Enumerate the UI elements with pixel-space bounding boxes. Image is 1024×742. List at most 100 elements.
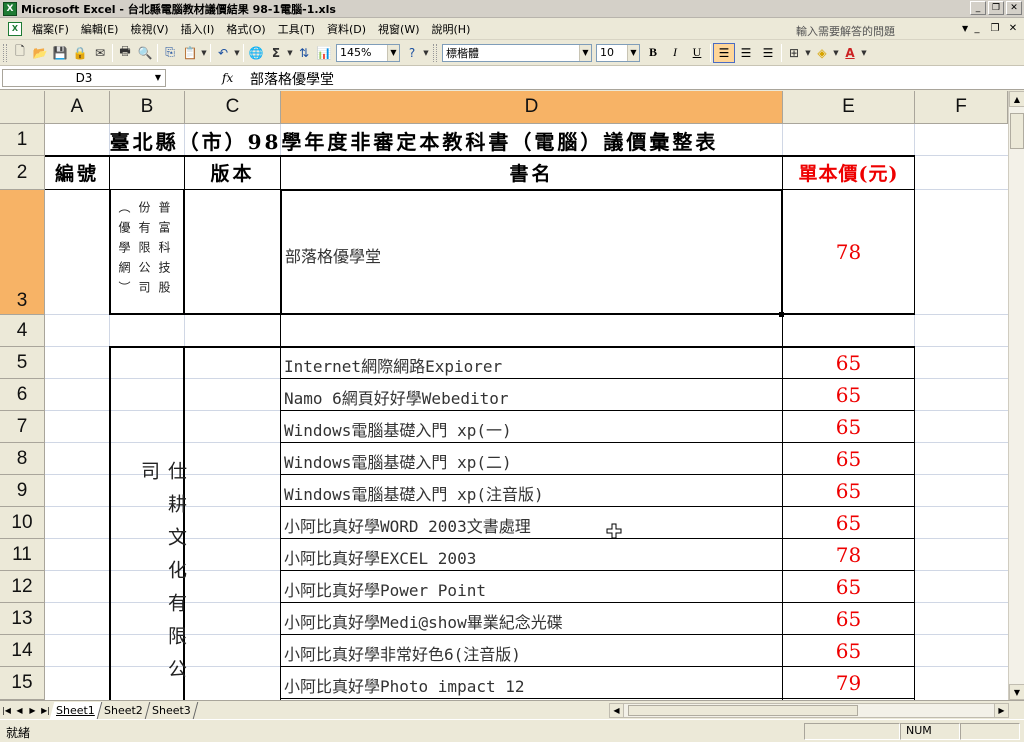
horizontal-scrollbar[interactable]: ◀ ▶ (609, 703, 1009, 718)
copy-icon[interactable]: ⎘ (160, 43, 180, 63)
book-name-row-15[interactable]: 小阿比真好學Photo impact 12 (284, 673, 525, 697)
chevron-down-icon[interactable]: ▼ (387, 44, 399, 61)
row-header-14[interactable]: 14 (0, 635, 45, 667)
workbook-restore-button[interactable]: ❐ (988, 21, 1002, 35)
book-name-row-14[interactable]: 小阿比真好學非常好色6(注音版) (284, 641, 521, 665)
row-header-4[interactable]: 4 (0, 315, 45, 347)
sheet-tab-1[interactable]: Sheet1 (49, 701, 103, 719)
book-name-row-6[interactable]: Namo 6網頁好好學Webeditor (284, 385, 509, 409)
row-header-8[interactable]: 8 (0, 443, 45, 475)
font-size-select[interactable]: 10 ▼ (596, 43, 640, 62)
chevron-down-icon[interactable]: ▼ (804, 43, 812, 63)
row-header-9[interactable]: 9 (0, 475, 45, 507)
close-button[interactable]: ✕ (1006, 1, 1022, 15)
menu-window[interactable]: 視窗(W) (378, 21, 427, 37)
zoom-select[interactable]: 145% ▼ (336, 43, 400, 62)
scroll-right-icon[interactable]: ▶ (994, 703, 1009, 718)
book-name-row-5[interactable]: Internet網際網路Expiorer (284, 353, 502, 377)
sheet-tab-2[interactable]: Sheet2 (97, 701, 150, 719)
menu-format[interactable]: 格式(O) (226, 21, 273, 37)
price-row-5[interactable]: 65 (783, 347, 914, 379)
price-row-6[interactable]: 65 (783, 379, 914, 411)
row-header-6[interactable]: 6 (0, 379, 45, 411)
chevron-down-icon[interactable]: ▼ (422, 43, 430, 63)
select-all-corner[interactable] (0, 91, 45, 124)
price-row-14[interactable]: 65 (783, 635, 914, 667)
align-left-button[interactable]: ☰ (713, 42, 735, 63)
insert-function-icon[interactable]: fx (222, 71, 233, 85)
paste-icon[interactable]: 📋 (180, 43, 200, 63)
book-name-row-9[interactable]: Windows電腦基礎入門 xp(注音版) (284, 481, 544, 505)
chart-wizard-icon[interactable]: 📊 (314, 43, 334, 63)
menu-view[interactable]: 檢視(V) (130, 21, 176, 37)
permission-icon[interactable]: 🔒 (70, 43, 90, 63)
column-header-e[interactable]: E (783, 91, 915, 124)
book-name-row-12[interactable]: 小阿比真好學Power Point (284, 577, 486, 601)
chevron-down-icon[interactable]: ▼ (860, 43, 868, 63)
font-color-icon[interactable]: A (840, 43, 860, 63)
underline-button[interactable]: U (686, 43, 708, 63)
row-header-15[interactable]: 15 (0, 667, 45, 700)
open-icon[interactable]: 📂 (30, 43, 50, 63)
menu-help[interactable]: 說明(H) (432, 21, 479, 37)
menu-insert[interactable]: 插入(I) (181, 21, 223, 37)
minimize-button[interactable]: _ (970, 1, 986, 15)
scroll-left-icon[interactable]: ◀ (609, 703, 624, 718)
price-row-3[interactable]: 78 (783, 190, 914, 314)
bold-button[interactable]: B (642, 43, 664, 63)
toolbar-grip[interactable] (433, 43, 437, 62)
vertical-scroll-thumb[interactable] (1010, 113, 1024, 149)
menu-edit[interactable]: 編輯(E) (81, 21, 127, 37)
align-right-button[interactable]: ☰ (757, 43, 779, 63)
row-header-3[interactable]: 3 (0, 190, 45, 315)
previous-sheet-icon[interactable]: ◀ (13, 706, 26, 715)
row-header-10[interactable]: 10 (0, 507, 45, 539)
chevron-down-icon[interactable]: ▼ (962, 24, 968, 33)
next-sheet-icon[interactable]: ▶ (26, 706, 39, 715)
save-icon[interactable]: 💾 (50, 43, 70, 63)
price-row-7[interactable]: 65 (783, 411, 914, 443)
menu-file[interactable]: 檔案(F) (32, 21, 77, 37)
row-header-13[interactable]: 13 (0, 603, 45, 635)
price-row-9[interactable]: 65 (783, 475, 914, 507)
row-header-11[interactable]: 11 (0, 539, 45, 571)
scroll-up-icon[interactable]: ▲ (1009, 91, 1024, 107)
price-row-8[interactable]: 65 (783, 443, 914, 475)
print-preview-icon[interactable]: 🔍 (135, 43, 155, 63)
fill-color-icon[interactable]: ◈ (812, 43, 832, 63)
workbook-icon[interactable]: X (8, 21, 22, 36)
price-row-12[interactable]: 65 (783, 571, 914, 603)
price-row-10[interactable]: 65 (783, 507, 914, 539)
email-icon[interactable]: ✉ (90, 43, 110, 63)
menu-tools[interactable]: 工具(T) (278, 21, 323, 37)
sheet-tab-3[interactable]: Sheet3 (145, 701, 198, 719)
menu-data[interactable]: 資料(D) (327, 21, 374, 37)
chevron-down-icon[interactable]: ▼ (286, 43, 294, 63)
autosum-icon[interactable]: Σ (266, 43, 286, 63)
excel-icon[interactable]: X (3, 1, 17, 16)
price-row-11[interactable]: 78 (783, 539, 914, 571)
column-header-a[interactable]: A (45, 91, 110, 124)
chevron-down-icon[interactable]: ▼ (627, 44, 639, 61)
help-icon[interactable]: ? (402, 43, 422, 63)
print-icon[interactable]: 🖶 (115, 43, 135, 63)
help-question-input[interactable]: 輸入需要解答的問題 (790, 20, 968, 38)
horizontal-scroll-thumb[interactable] (628, 705, 858, 716)
row-header-2[interactable]: 2 (0, 156, 45, 190)
row-header-12[interactable]: 12 (0, 571, 45, 603)
scroll-down-icon[interactable]: ▼ (1009, 684, 1024, 700)
first-sheet-icon[interactable]: |◀ (0, 706, 13, 715)
row-header-1[interactable]: 1 (0, 124, 45, 156)
column-header-d[interactable]: D (281, 91, 783, 124)
vertical-scrollbar[interactable]: ▲ ▼ (1008, 91, 1024, 700)
book-name-row-7[interactable]: Windows電腦基礎入門 xp(一) (284, 417, 512, 441)
name-box[interactable]: D3 ▼ (2, 69, 166, 87)
row-header-7[interactable]: 7 (0, 411, 45, 443)
sort-ascending-icon[interactable]: ⇅ (294, 43, 314, 63)
price-row-13[interactable]: 65 (783, 603, 914, 635)
spreadsheet-grid[interactable]: A B C D E F 1 2 3 4 5 6 7 8 9 10 11 12 1… (0, 91, 1008, 700)
book-name-row-8[interactable]: Windows電腦基礎入門 xp(二) (284, 449, 512, 473)
chevron-down-icon[interactable]: ▼ (579, 44, 591, 61)
font-name-select[interactable]: 標楷體 ▼ (442, 43, 592, 62)
workbook-close-button[interactable]: ✕ (1006, 21, 1020, 35)
